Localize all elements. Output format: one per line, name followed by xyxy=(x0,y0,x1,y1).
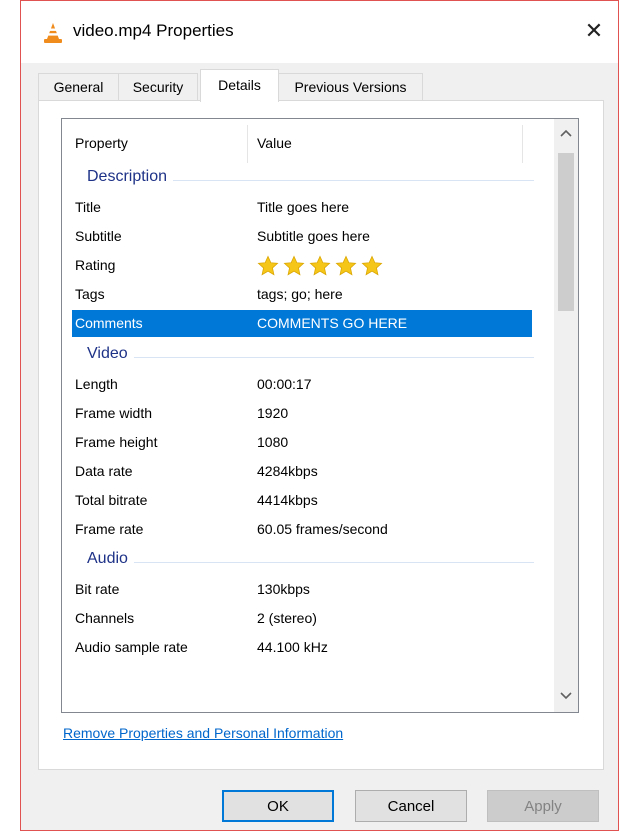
close-icon: ✕ xyxy=(584,18,604,43)
list-header: Property Value xyxy=(62,119,540,169)
property-name: Title xyxy=(75,199,101,215)
group-audio: Audio xyxy=(72,546,534,576)
column-header-property[interactable]: Property xyxy=(75,135,128,151)
property-row-length[interactable]: Length 00:00:17 xyxy=(72,371,532,398)
tab-general[interactable]: General xyxy=(38,73,119,100)
property-name: Data rate xyxy=(75,463,133,479)
property-name: Frame rate xyxy=(75,521,144,537)
property-value: 44.100 kHz xyxy=(257,639,328,655)
group-label: Audio xyxy=(87,550,134,568)
remove-properties-link[interactable]: Remove Properties and Personal Informati… xyxy=(63,725,343,741)
property-name: Bit rate xyxy=(75,581,120,597)
details-panel: Property Value Description Title Title g… xyxy=(38,100,604,770)
property-row-frame-width[interactable]: Frame width 1920 xyxy=(72,400,532,427)
title-bar: video.mp4 Properties ✕ xyxy=(21,1,618,63)
column-divider[interactable] xyxy=(247,125,248,163)
property-value: COMMENTS GO HERE xyxy=(257,315,408,331)
property-name: Subtitle xyxy=(75,228,122,244)
window-title: video.mp4 Properties xyxy=(73,21,234,40)
tab-details[interactable]: Details xyxy=(200,69,279,102)
ok-button[interactable]: OK xyxy=(222,790,334,822)
scroll-down-arrow-icon xyxy=(560,692,572,700)
property-value: 4284kbps xyxy=(257,463,318,479)
star-icon[interactable] xyxy=(309,255,331,277)
group-label: Description xyxy=(87,168,174,186)
property-name: Tags xyxy=(75,286,105,302)
property-row-rating[interactable]: Rating xyxy=(72,252,532,279)
property-row-frame-rate[interactable]: Frame rate 60.05 frames/second xyxy=(72,516,532,543)
property-value: Subtitle goes here xyxy=(257,228,370,244)
property-value: tags; go; here xyxy=(257,286,343,302)
property-row-channels[interactable]: Channels 2 (stereo) xyxy=(72,605,532,632)
property-name: Total bitrate xyxy=(75,492,148,508)
property-name: Rating xyxy=(75,257,116,273)
cancel-button[interactable]: Cancel xyxy=(355,790,467,822)
property-value: 4414kbps xyxy=(257,492,318,508)
property-value: 1920 xyxy=(257,405,289,421)
close-button[interactable]: ✕ xyxy=(570,9,618,53)
property-name: Audio sample rate xyxy=(75,639,188,655)
property-row-subtitle[interactable]: Subtitle Subtitle goes here xyxy=(72,223,532,250)
property-row-frame-height[interactable]: Frame height 1080 xyxy=(72,429,532,456)
scroll-up-arrow-icon xyxy=(560,129,572,137)
property-row-total-bitrate[interactable]: Total bitrate 4414kbps xyxy=(72,487,532,514)
star-icon[interactable] xyxy=(335,255,357,277)
property-row-comments[interactable]: Comments COMMENTS GO HERE xyxy=(72,310,532,337)
property-row-tags[interactable]: Tags tags; go; here xyxy=(72,281,532,308)
property-name: Length xyxy=(75,376,118,392)
vlc-cone-icon xyxy=(43,22,63,44)
tab-security[interactable]: Security xyxy=(118,73,198,100)
tab-previous-versions[interactable]: Previous Versions xyxy=(278,73,423,100)
details-list[interactable]: Property Value Description Title Title g… xyxy=(61,118,579,713)
property-row-bit-rate[interactable]: Bit rate 130kbps xyxy=(72,576,532,603)
property-row-title[interactable]: Title Title goes here xyxy=(72,194,532,221)
property-value: Title goes here xyxy=(257,199,350,215)
property-value: 2 (stereo) xyxy=(257,610,317,626)
property-name: Channels xyxy=(75,610,135,626)
scroll-up-button[interactable] xyxy=(554,119,578,149)
property-name: Comments xyxy=(75,315,143,331)
property-name: Frame width xyxy=(75,405,153,421)
star-icon[interactable] xyxy=(361,255,383,277)
group-video: Video xyxy=(72,341,534,371)
property-value: 1080 xyxy=(257,434,289,450)
apply-button[interactable]: Apply xyxy=(487,790,599,822)
column-divider[interactable] xyxy=(522,125,523,163)
property-value: 60.05 frames/second xyxy=(257,521,388,537)
group-divider xyxy=(88,562,534,563)
group-divider xyxy=(88,357,534,358)
group-description: Description xyxy=(72,164,534,194)
star-icon[interactable] xyxy=(257,255,279,277)
property-value: 130kbps xyxy=(257,581,310,597)
vertical-scrollbar[interactable] xyxy=(554,119,578,712)
property-value: 00:00:17 xyxy=(257,376,312,392)
properties-dialog: video.mp4 Properties ✕ General Security … xyxy=(20,0,619,831)
scroll-down-button[interactable] xyxy=(554,682,578,712)
property-row-data-rate[interactable]: Data rate 4284kbps xyxy=(72,458,532,485)
scroll-thumb[interactable] xyxy=(558,153,574,311)
group-label: Video xyxy=(87,345,134,363)
star-icon[interactable] xyxy=(283,255,305,277)
column-header-value[interactable]: Value xyxy=(257,135,292,151)
rating-stars[interactable] xyxy=(257,255,387,277)
property-name: Frame height xyxy=(75,434,158,450)
property-row-audio-sample-rate[interactable]: Audio sample rate 44.100 kHz xyxy=(72,634,532,661)
